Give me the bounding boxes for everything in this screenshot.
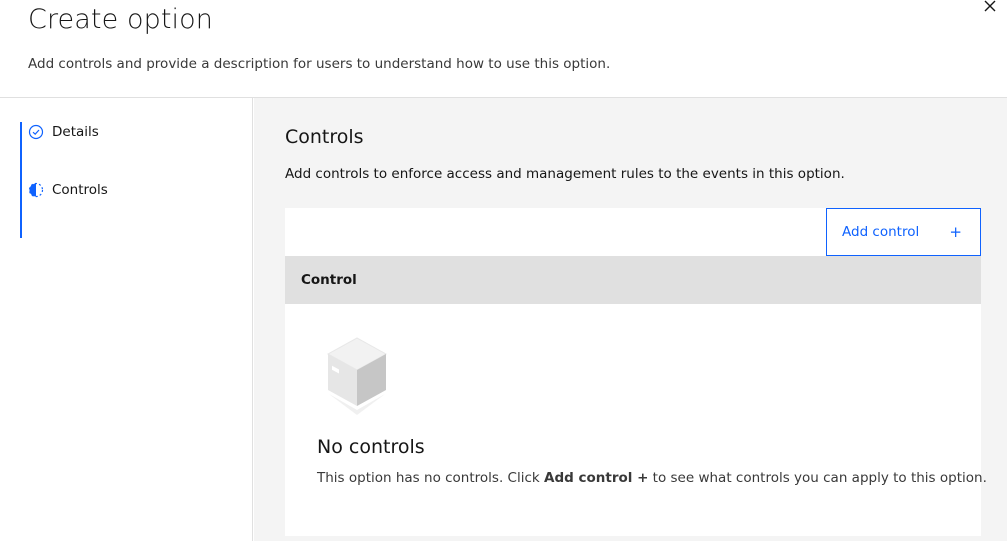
section-title: Controls [285, 126, 364, 148]
empty-state-title: No controls [317, 436, 425, 458]
empty-text-before: This option has no controls. Click [317, 470, 544, 486]
empty-state: No controls This option has no controls.… [285, 304, 987, 536]
close-icon[interactable] [980, 0, 1000, 16]
plus-icon: + [949, 223, 962, 241]
table-header: Control [285, 256, 981, 304]
empty-state-text: This option has no controls. Click Add c… [317, 470, 987, 486]
step-controls[interactable]: Controls [28, 178, 108, 202]
column-header-control: Control [301, 272, 357, 288]
step-controls-label: Controls [52, 182, 108, 198]
checkmark-circle-icon [28, 124, 44, 140]
add-control-label: Add control [842, 224, 920, 240]
page-subtitle: Add controls and provide a description f… [28, 56, 611, 72]
progress-rail [20, 122, 22, 238]
step-details-label: Details [52, 124, 99, 140]
table-toolbar: Add control + [285, 208, 981, 256]
add-control-button[interactable]: Add control + [826, 208, 981, 256]
empty-text-after: to see what controls you can apply to th… [648, 470, 987, 486]
page-title: Create option [28, 4, 213, 35]
progress-sidebar: Details Controls [0, 98, 253, 541]
main-content: Controls Add controls to enforce access … [254, 98, 1007, 541]
half-circle-icon [28, 182, 44, 198]
modal-header: Create option Add controls and provide a… [0, 0, 1007, 98]
step-details[interactable]: Details [28, 120, 99, 144]
empty-text-bold: Add control + [544, 470, 649, 486]
section-description: Add controls to enforce access and manag… [285, 166, 845, 182]
empty-box-icon [325, 336, 389, 416]
